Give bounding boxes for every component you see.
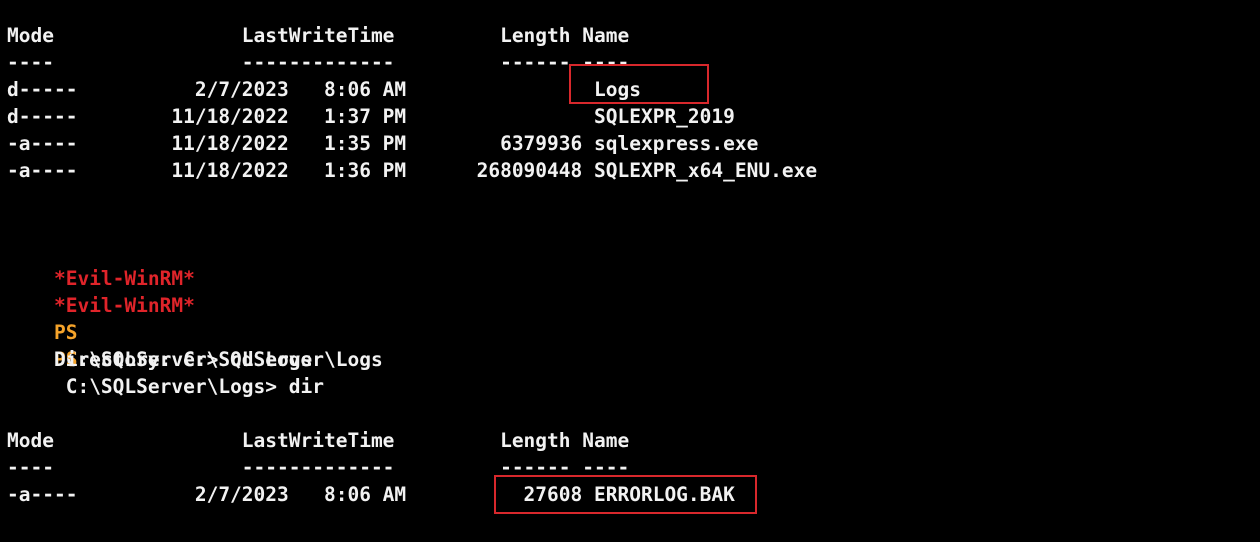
listing-header: Mode LastWriteTime Length Name — [7, 429, 630, 452]
directory-line: Directory: C:\SQLServer\Logs — [7, 348, 383, 371]
command-line-cd: *Evil-WinRM* PS C:\SQLServer> cd Logs — [7, 238, 312, 371]
listing-row-logs: d----- 2/7/2023 8:06 AM Logs — [7, 78, 641, 101]
command-line-dir: *Evil-WinRM* PS C:\SQLServer\Logs> dir — [7, 265, 324, 398]
listing-separator: ---- ------------- ------ ---- — [7, 51, 630, 74]
terminal-window[interactable]: Mode LastWriteTime Length Name ---- ----… — [0, 0, 1260, 542]
highlight-box-logs — [569, 64, 709, 104]
listing-row-sqlexpress-exe: -a---- 11/18/2022 1:35 PM 6379936 sqlexp… — [7, 132, 759, 155]
listing-header: Mode LastWriteTime Length Name — [7, 24, 630, 47]
highlight-box-errorlog — [494, 475, 757, 514]
listing-row-sqlexpr-x64-exe: -a---- 11/18/2022 1:36 PM 268090448 SQLE… — [7, 159, 818, 182]
listing-row-sqlexpr-2019: d----- 11/18/2022 1:37 PM SQLEXPR_2019 — [7, 105, 735, 128]
prompt-label: *Evil-WinRM* — [53, 294, 195, 317]
command-text: C:\SQLServer\Logs> dir — [53, 375, 324, 398]
